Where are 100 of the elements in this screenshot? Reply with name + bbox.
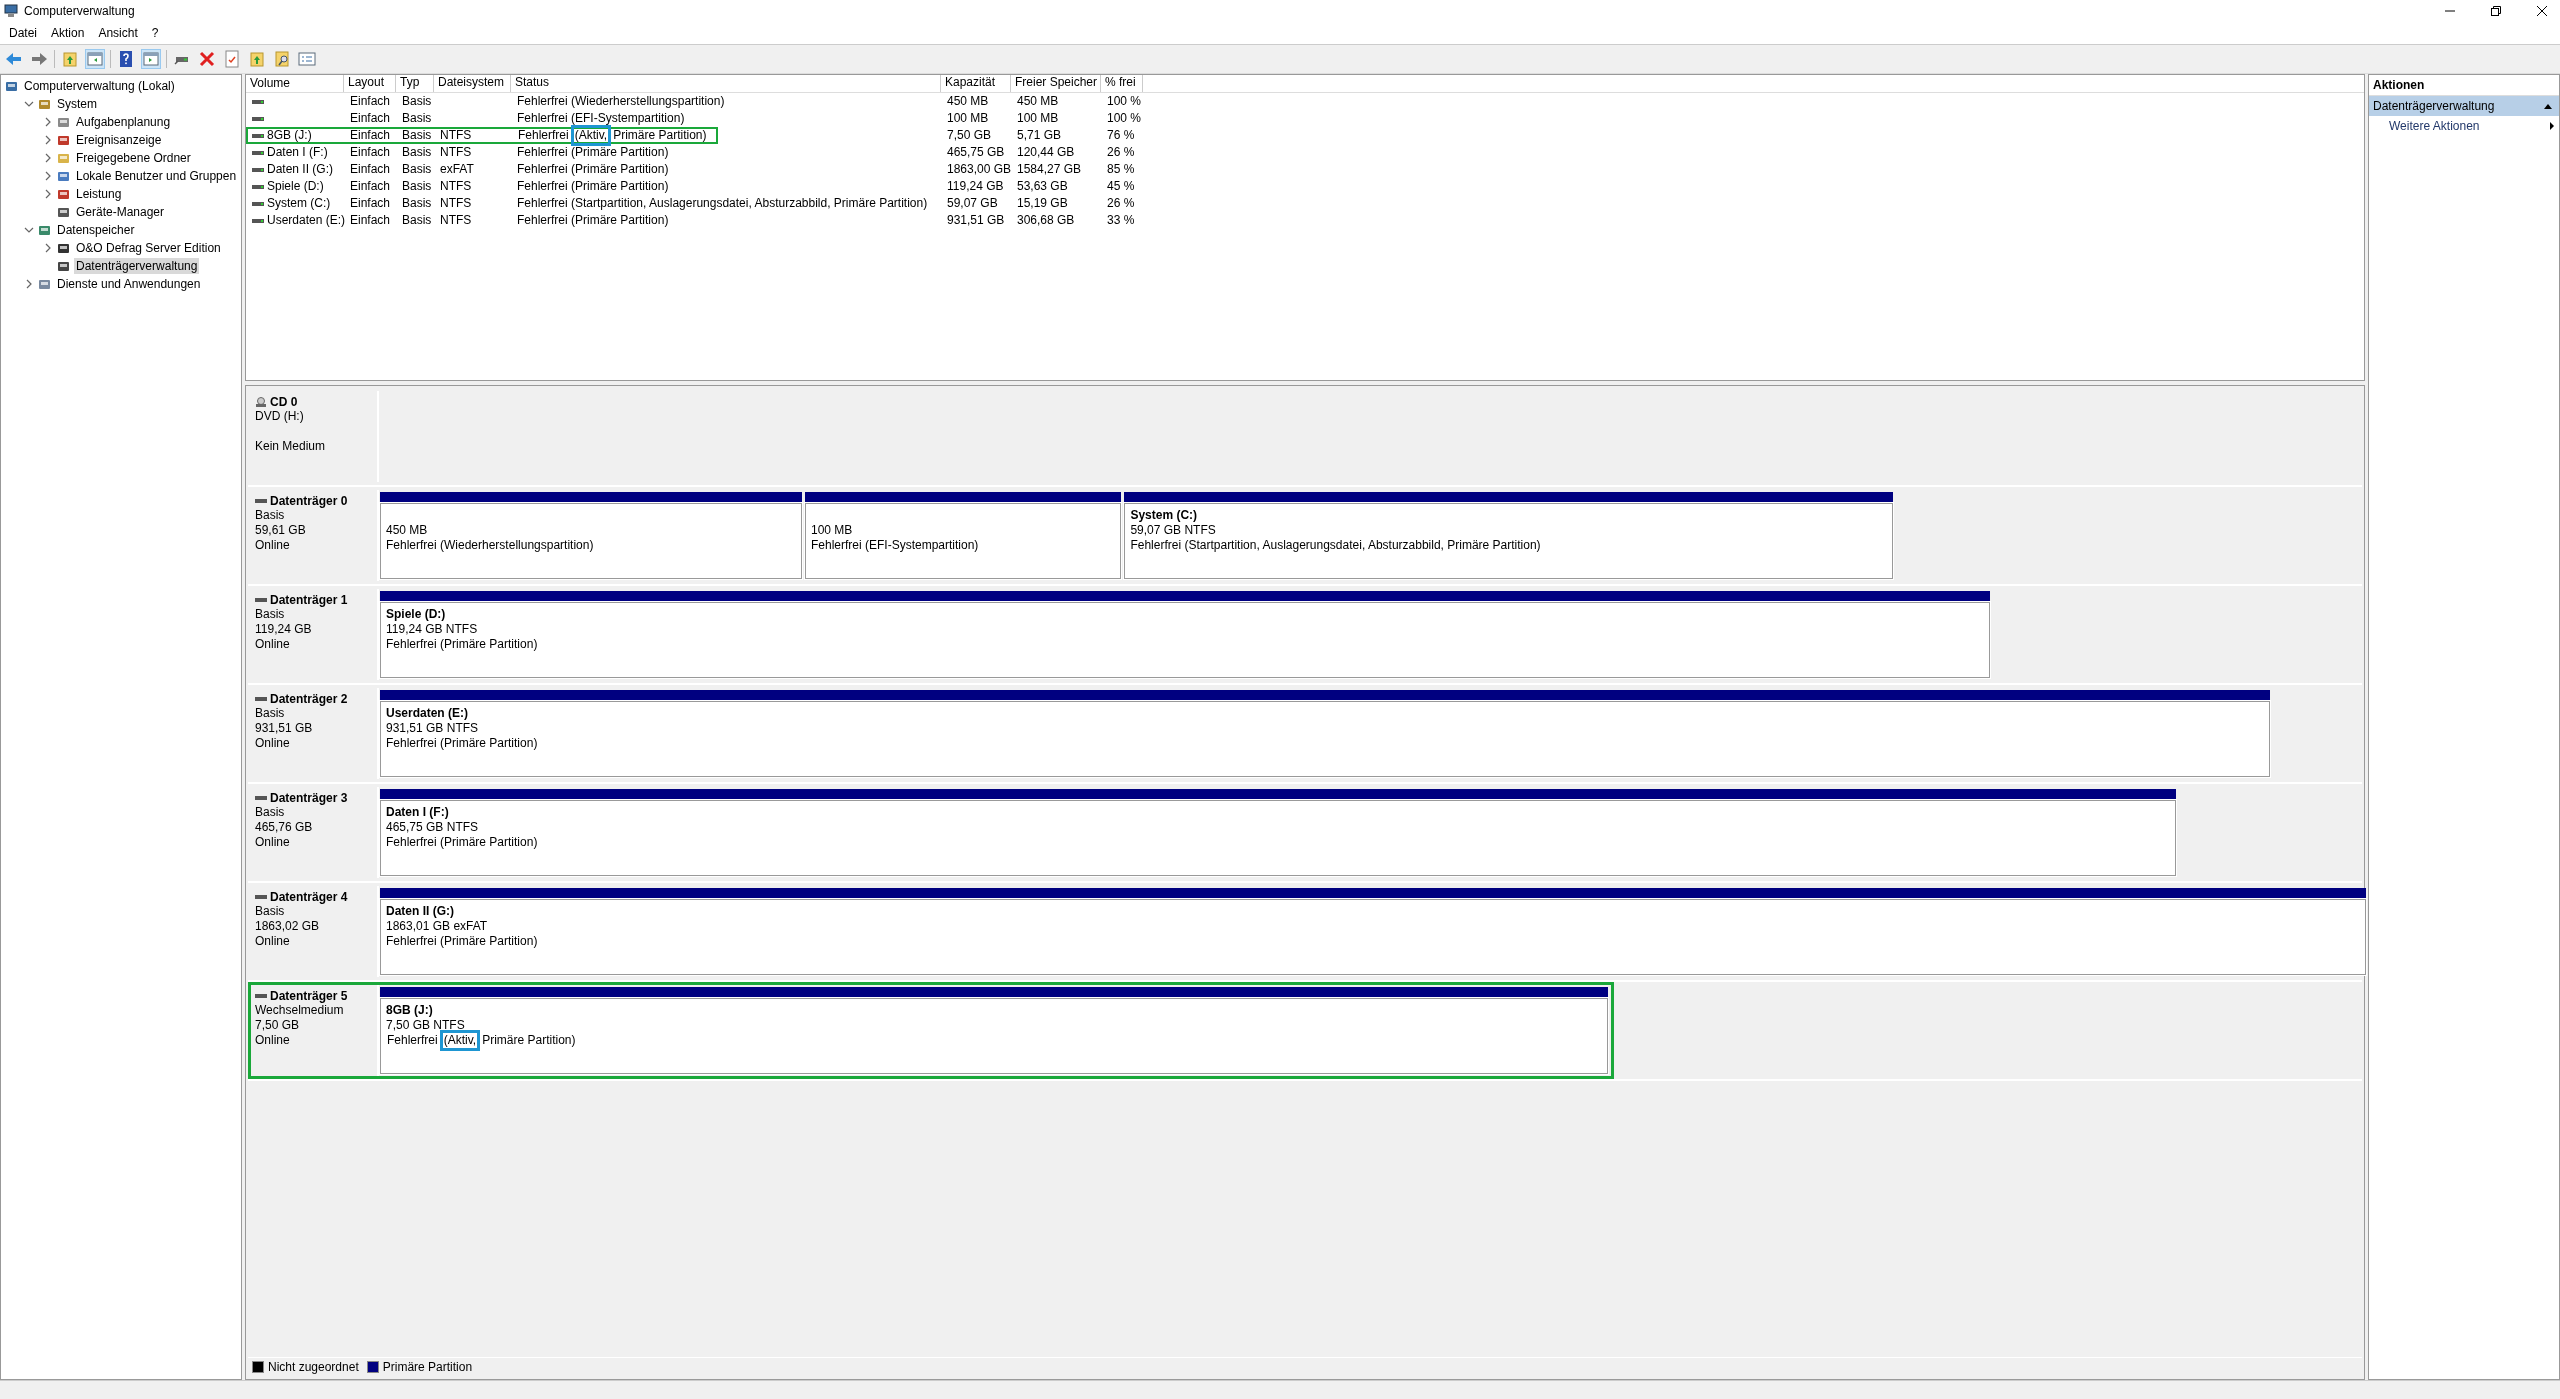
menu-item[interactable]: ?: [151, 26, 159, 40]
tree-item[interactable]: O&O Defrag Server Edition: [74, 240, 223, 256]
table-cell-text: 85 %: [1106, 162, 1136, 177]
chevron-right-icon[interactable]: [43, 153, 53, 163]
table-cell-text: 931,51 GB: [946, 213, 1006, 228]
partition-size: 450 MB: [386, 523, 429, 538]
table-cell-text: Basis: [401, 128, 433, 143]
table-cell: 8GB (J:): [267, 128, 312, 143]
partition[interactable]: 100 MB Fehlerfrei (EFI-Systempartition): [804, 503, 1122, 579]
tree-item[interactable]: Dienste und Anwendungen: [55, 276, 203, 292]
tree-item[interactable]: Aufgabenplanung: [74, 114, 173, 130]
table-cell-text: Fehlerfrei (Primäre Partition): [516, 145, 670, 160]
table-cell-text: Fehlerfrei (Primäre Partition): [516, 213, 670, 228]
table-cell-text: 26 %: [1106, 145, 1136, 160]
disk-info: 59,61 GB: [255, 523, 307, 538]
pane-toggle-icon[interactable]: [85, 49, 105, 69]
table-cell: Primäre Partition): [612, 128, 708, 143]
partition-name: Daten I (F:): [386, 805, 450, 820]
pane-toggle-icon[interactable]: [141, 49, 161, 69]
partition[interactable]: 8GB (J:) 7,50 GB NTFS Fehlerfrei (Aktiv, Primäre Partition): [380, 998, 1608, 1074]
tree-item[interactable]: System: [55, 96, 99, 112]
tree-item[interactable]: Lokale Benutzer und Gruppen: [74, 168, 239, 184]
marked-text: (Aktiv,: [573, 128, 609, 143]
table-cell: Spiele (D:): [267, 179, 324, 194]
tree-item[interactable]: Datenspeicher: [55, 222, 137, 238]
table-cell: Fehlerfrei: [517, 128, 570, 143]
table-cell-text: 76 %: [1106, 128, 1136, 143]
partition-name: Daten II (G:): [386, 904, 455, 919]
table-cell-text: 450 MB: [1016, 94, 1060, 109]
partition-size: 7,50 GB NTFS: [386, 1018, 466, 1033]
table-cell-text: Basis: [401, 145, 433, 160]
disk-name: Datenträger 3: [270, 791, 348, 805]
disk-info: Online: [255, 538, 291, 553]
table-cell-text: 119,24 GB: [946, 179, 1005, 194]
chevron-down-icon[interactable]: [24, 99, 34, 109]
partition-size: 59,07 GB NTFS: [1130, 523, 1217, 538]
legend-label: Primäre Partition: [382, 1359, 473, 1374]
document-check-icon[interactable]: [222, 49, 242, 69]
table-cell-text: 450 MB: [946, 94, 990, 109]
table-cell-text: Basis: [401, 94, 433, 109]
disk-name: Datenträger 1: [270, 593, 348, 607]
table-cell-text: Einfach: [349, 145, 392, 160]
chevron-right-icon[interactable]: [43, 189, 53, 199]
menu-item[interactable]: Aktion: [51, 26, 85, 40]
column-header[interactable]: Dateisystem: [434, 75, 511, 92]
restore-icon[interactable]: [2490, 5, 2502, 17]
chevron-right-icon[interactable]: [43, 243, 53, 253]
chevron-right-icon[interactable]: [43, 135, 53, 145]
column-header[interactable]: Typ: [396, 75, 434, 92]
table-cell-text: Einfach: [349, 162, 392, 177]
collapse-icon[interactable]: [2543, 102, 2553, 110]
table-cell: NTFS: [440, 196, 472, 210]
chevron-right-icon[interactable]: [24, 279, 34, 289]
action-section[interactable]: Datenträgerverwaltung: [2369, 96, 2559, 116]
table-cell: Daten II (G:): [267, 162, 334, 177]
close-icon[interactable]: [2536, 5, 2548, 17]
table-cell-text: Einfach: [349, 213, 392, 228]
marked-text: (Aktiv,: [442, 1033, 478, 1048]
partition[interactable]: Userdaten (E:) 931,51 GB NTFS Fehlerfrei (Primäre Partition): [380, 701, 2270, 777]
partition[interactable]: 450 MB Fehlerfrei (Wiederherstellungspartition): [380, 503, 802, 579]
partition-name: System (C:): [1130, 508, 1199, 523]
column-header[interactable]: Layout: [344, 75, 396, 92]
partition-name: 8GB (J:): [386, 1003, 434, 1018]
tree-item[interactable]: Computerverwaltung (Lokal): [22, 78, 177, 94]
table-cell-text: Basis: [401, 162, 433, 177]
partition-size: 119,24 GB NTFS: [386, 622, 479, 637]
tree-item[interactable]: Freigegebene Ordner: [74, 150, 193, 166]
tree-item[interactable]: Leistung: [74, 186, 124, 202]
menu-item[interactable]: Datei: [9, 26, 37, 40]
column-header[interactable]: % frei: [1101, 75, 1143, 92]
submenu-arrow-icon: [2549, 121, 2555, 131]
disk-info: Basis: [255, 805, 286, 820]
partition-status: Primäre Partition): [481, 1033, 577, 1048]
partition-size: 931,51 GB NTFS: [386, 721, 480, 736]
column-header[interactable]: Volume: [246, 75, 344, 92]
search-icon[interactable]: [272, 49, 292, 69]
partition-status: Fehlerfrei (Wiederherstellungspartition): [386, 538, 595, 553]
column-header[interactable]: Kapazität: [941, 75, 1011, 92]
disk-info: Online: [255, 835, 291, 850]
table-cell-text: Basis: [401, 111, 433, 126]
delete-icon[interactable]: [197, 49, 217, 69]
partition[interactable]: System (C:) 59,07 GB NTFS Fehlerfrei (Startpartition, Auslagerungsdatei, Absturzabbild, Primäre Partition): [1124, 503, 1893, 579]
partition[interactable]: Spiele (D:) 119,24 GB NTFS Fehlerfrei (Primäre Partition): [380, 602, 1990, 678]
tree-item[interactable]: Geräte-Manager: [74, 204, 167, 220]
table-cell-text: Einfach: [349, 128, 392, 143]
disk-name: Datenträger 2: [270, 692, 348, 706]
action-link[interactable]: Weitere Aktionen: [2389, 119, 2480, 133]
menu-item[interactable]: Ansicht: [98, 26, 138, 40]
tree-item[interactable]: Ereignisanzeige: [74, 132, 164, 148]
chevron-right-icon[interactable]: [43, 171, 53, 181]
partition[interactable]: Daten I (F:) 465,75 GB NTFS Fehlerfrei (Primäre Partition): [380, 800, 2176, 876]
column-header[interactable]: Freier Speicher: [1011, 75, 1101, 92]
chevron-right-icon[interactable]: [43, 117, 53, 127]
tree-item[interactable]: Datenträgerverwaltung: [74, 258, 200, 274]
column-header[interactable]: Status: [511, 75, 941, 92]
partition[interactable]: Daten II (G:) 1863,01 GB exFAT Fehlerfrei (Primäre Partition): [380, 899, 2366, 975]
table-cell: NTFS: [440, 128, 472, 142]
disk-info: Online: [255, 934, 291, 949]
chevron-down-icon[interactable]: [24, 225, 34, 235]
disk-info: Basis: [255, 508, 286, 523]
